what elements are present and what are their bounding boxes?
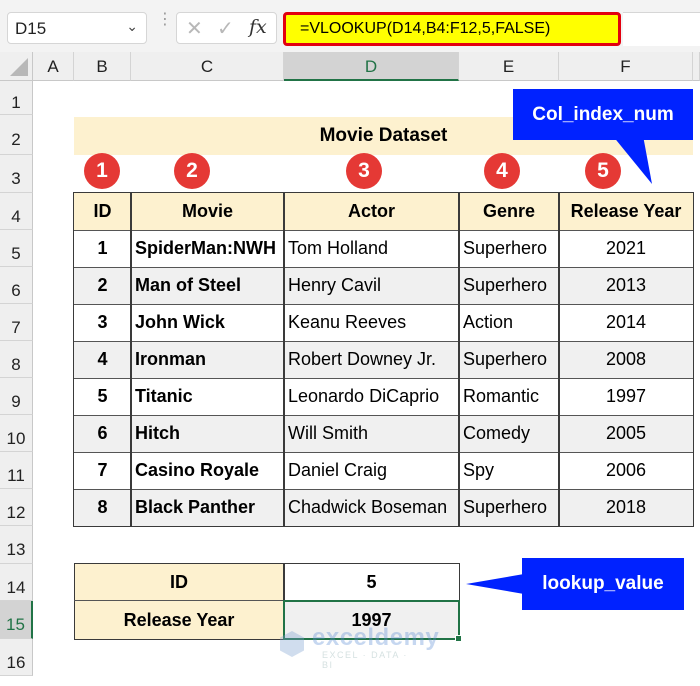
exceldemy-watermark: exceldemy EXCEL · DATA · BI [280, 624, 439, 670]
check-icon[interactable]: ✓ [217, 16, 234, 41]
row-header-12[interactable]: 12 [0, 489, 33, 526]
fill-handle[interactable] [455, 635, 462, 642]
row-header-4[interactable]: 4 [0, 193, 33, 230]
watermark-tagline: EXCEL · DATA · BI [322, 650, 408, 670]
lookup-value-callout: lookup_value [522, 558, 684, 610]
row-header-2[interactable]: 2 [0, 115, 33, 155]
lookup-value-callout-pointer [466, 574, 524, 594]
exceldemy-logo-icon [280, 631, 304, 657]
x-icon[interactable]: ✕ [186, 16, 203, 41]
badge-4: 4 [484, 153, 520, 189]
name-box-value: D15 [15, 19, 47, 38]
row-header-13[interactable]: 13 [0, 526, 33, 564]
column-header-d[interactable]: D [284, 52, 459, 81]
formula-input[interactable]: =VLOOKUP(D14,B4:F12,5,FALSE) [283, 12, 621, 46]
row-header-16[interactable]: 16 [0, 639, 33, 676]
formula-bar: D15 ⌄ ⋮ ✕ ✓ fx =VLOOKUP(D14,B4:F12,5,FAL… [0, 0, 700, 52]
badge-3: 3 [346, 153, 382, 189]
row-header-1[interactable]: 1 [0, 81, 33, 115]
drag-handle-icon[interactable]: ⋮ [157, 12, 173, 28]
row-header-9[interactable]: 9 [0, 378, 33, 415]
column-header-f[interactable]: F [559, 52, 693, 81]
column-header-c[interactable]: C [131, 52, 284, 81]
row-header-10[interactable]: 10 [0, 415, 33, 452]
name-box[interactable]: D15 ⌄ [7, 12, 147, 44]
column-header-g[interactable] [693, 52, 700, 81]
col-index-callout: Col_index_num [513, 89, 693, 140]
row-header-14[interactable]: 14 [0, 564, 33, 601]
column-header-e[interactable]: E [459, 52, 559, 81]
watermark-name: exceldemy [312, 624, 440, 651]
select-all-button[interactable] [0, 52, 33, 81]
formula-input-extension[interactable] [623, 12, 700, 46]
row-header-5[interactable]: 5 [0, 230, 33, 267]
fx-icon[interactable]: fx [249, 16, 267, 38]
row-header-3[interactable]: 3 [0, 155, 33, 193]
row-header-8[interactable]: 8 [0, 341, 33, 378]
column-header-b[interactable]: B [74, 52, 131, 81]
row-header-7[interactable]: 7 [0, 304, 33, 341]
badge-1: 1 [84, 153, 120, 189]
table-border [73, 192, 694, 527]
row-header-6[interactable]: 6 [0, 267, 33, 304]
chevron-down-icon[interactable]: ⌄ [126, 18, 138, 35]
row-header-15[interactable]: 15 [0, 601, 33, 639]
row-header-11[interactable]: 11 [0, 452, 33, 489]
badge-2: 2 [174, 153, 210, 189]
column-header-a[interactable]: A [33, 52, 74, 81]
formula-actions: ✕ ✓ fx [176, 12, 277, 44]
